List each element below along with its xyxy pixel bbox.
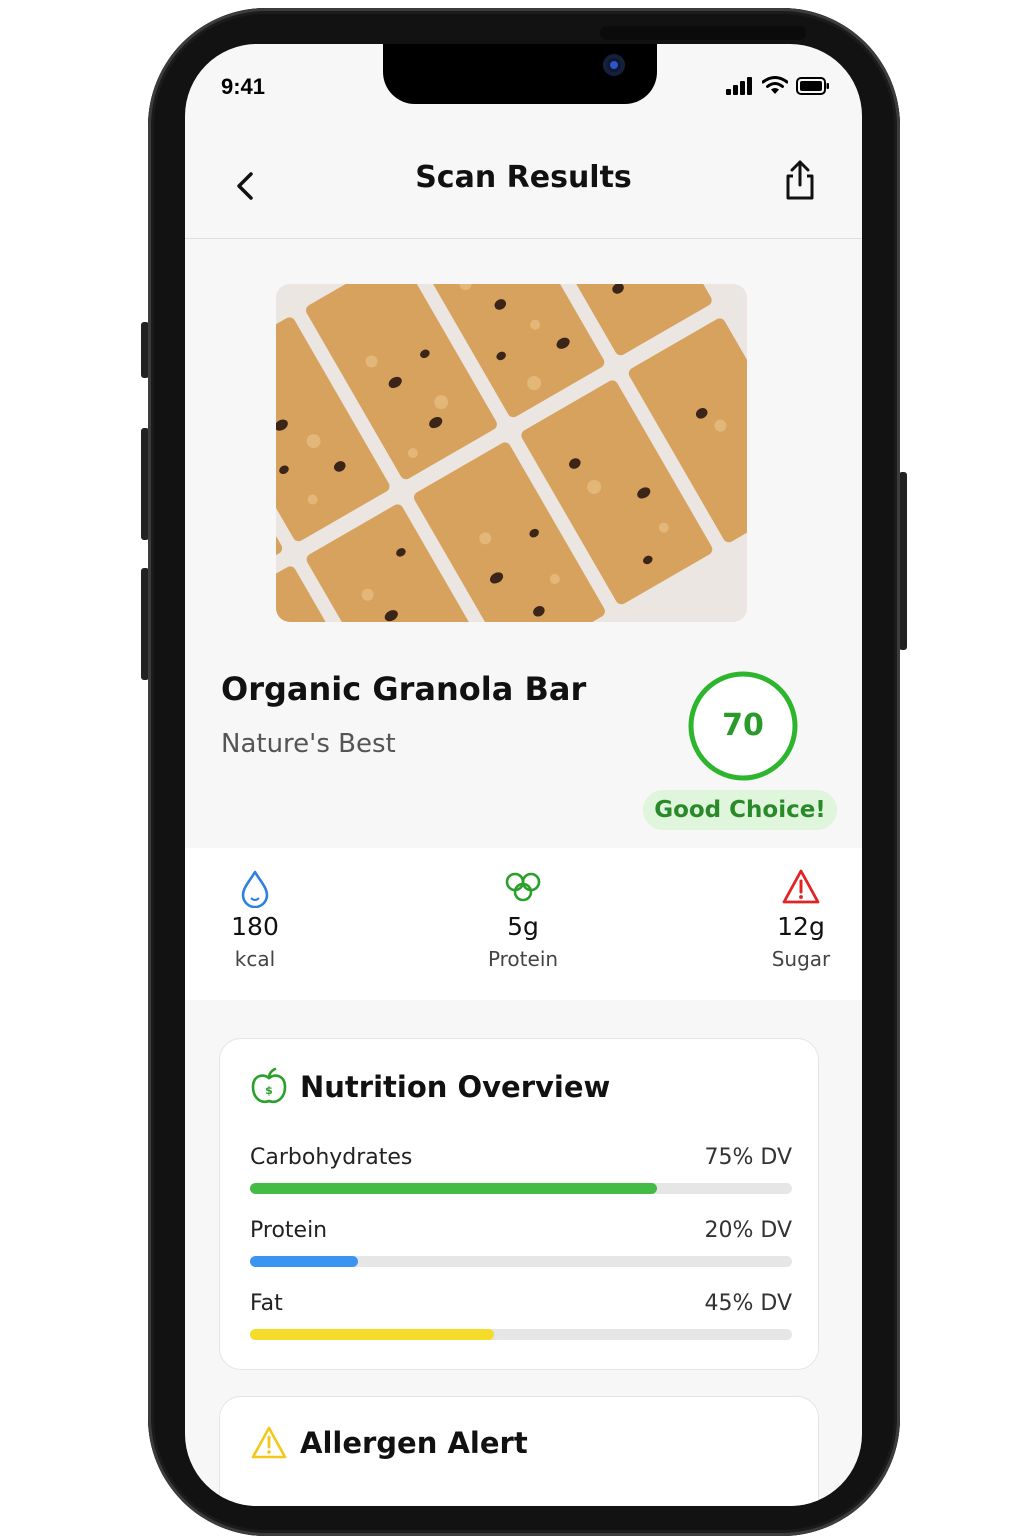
progress-fill bbox=[250, 1256, 359, 1267]
stat-unit: Protein bbox=[487, 947, 559, 971]
nutrition-overview-card: $ Nutrition Overview Carbohydrates 75% D… bbox=[219, 1038, 819, 1370]
health-score: 70 bbox=[722, 708, 764, 743]
status-icons bbox=[726, 76, 830, 95]
share-icon[interactable] bbox=[782, 158, 818, 202]
protein-icon bbox=[505, 872, 541, 902]
progress-fill bbox=[250, 1329, 494, 1340]
nutrient-label: Fat bbox=[250, 1291, 283, 1316]
stat-sugar: 12g Sugar bbox=[751, 868, 851, 971]
notch bbox=[383, 44, 657, 104]
stat-value: 180 bbox=[231, 912, 279, 941]
top-nav: Scan Results bbox=[185, 136, 862, 239]
battery-icon bbox=[796, 76, 829, 95]
nutrient-dv: 45% DV bbox=[704, 1291, 793, 1316]
allergen-alert-card[interactable]: Allergen Alert bbox=[219, 1396, 819, 1506]
stat-unit: kcal bbox=[234, 947, 276, 971]
product-name: Organic Granola Bar bbox=[221, 670, 587, 708]
progress-fill bbox=[250, 1183, 657, 1194]
nutrient-dv: 20% DV bbox=[704, 1218, 793, 1243]
speaker-grille bbox=[600, 26, 806, 40]
stat-protein: 5g Protein bbox=[463, 868, 583, 971]
front-camera bbox=[603, 54, 625, 76]
warning-icon bbox=[782, 869, 820, 904]
warning-icon bbox=[251, 1426, 287, 1459]
stat-calories: 180 kcal bbox=[205, 868, 305, 971]
progress-track bbox=[250, 1256, 792, 1267]
quick-stats: 180 kcal 5g Protein 12g Sugar bbox=[185, 848, 862, 1000]
card-header: $ Nutrition Overview bbox=[250, 1067, 610, 1107]
progress-track bbox=[250, 1183, 792, 1194]
power-button bbox=[899, 472, 907, 650]
status-time: 9:41 bbox=[221, 74, 266, 99]
apple-icon: $ bbox=[251, 1067, 287, 1104]
product-brand: Nature's Best bbox=[221, 729, 396, 759]
stat-value: 5g bbox=[507, 912, 539, 941]
progress-track bbox=[250, 1329, 792, 1340]
nutrient-label: Protein bbox=[250, 1218, 328, 1243]
card-title: Allergen Alert bbox=[300, 1426, 528, 1460]
app-screen: 9:41 Scan Results Organic Granola Bar Na… bbox=[185, 44, 862, 1506]
nutrient-dv: 75% DV bbox=[704, 1145, 793, 1170]
stat-unit: Sugar bbox=[771, 947, 831, 971]
drop-icon bbox=[241, 870, 269, 909]
stat-value: 12g bbox=[777, 912, 825, 941]
card-title: Nutrition Overview bbox=[300, 1070, 611, 1104]
product-image bbox=[276, 284, 747, 622]
page-title: Scan Results bbox=[415, 160, 632, 195]
svg-text:$: $ bbox=[265, 1084, 273, 1097]
nutrient-label: Carbohydrates bbox=[250, 1145, 413, 1170]
signal-icon bbox=[726, 76, 752, 95]
wifi-icon bbox=[762, 76, 788, 94]
score-badge: Good Choice! bbox=[643, 790, 837, 830]
card-header: Allergen Alert bbox=[250, 1425, 528, 1461]
